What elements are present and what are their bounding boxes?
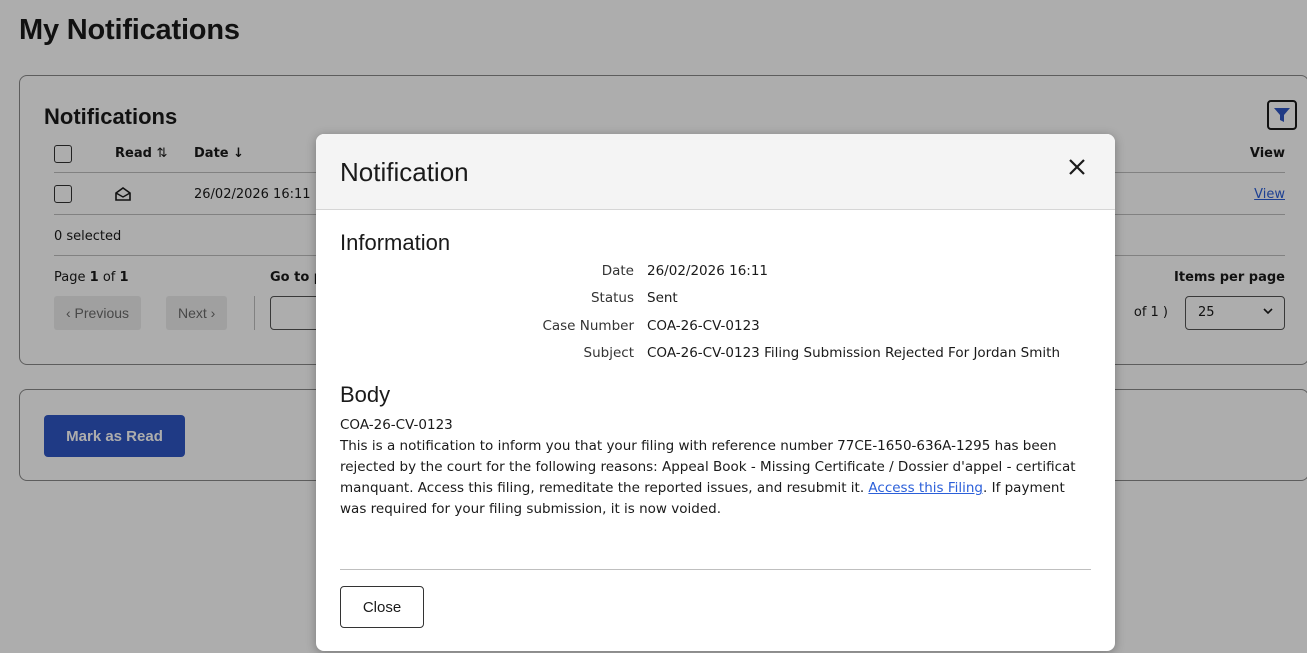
info-row-date: Date 26/02/2026 16:11: [316, 263, 1115, 283]
modal-header: Notification: [316, 134, 1115, 210]
body-heading: Body: [340, 382, 391, 407]
info-value: 26/02/2026 16:11: [647, 263, 769, 279]
information-heading: Information: [340, 230, 451, 255]
modal-footer-divider: [340, 569, 1091, 570]
info-label: Subject: [583, 345, 634, 361]
info-row-case-number: Case Number COA-26-CV-0123: [316, 318, 1115, 338]
body-message: This is a notification to inform you tha…: [340, 436, 1085, 520]
close-icon[interactable]: [1067, 157, 1091, 181]
body-case-number: COA-26-CV-0123: [340, 417, 453, 433]
info-label: Status: [590, 290, 634, 306]
modal-title: Notification: [340, 157, 469, 187]
info-row-subject: Subject COA-26-CV-0123 Filing Submission…: [316, 345, 1115, 365]
info-label: Case Number: [542, 318, 634, 334]
close-button[interactable]: Close: [340, 586, 424, 628]
access-filing-link[interactable]: Access this Filing: [868, 480, 983, 496]
info-value: Sent: [647, 290, 678, 306]
notification-modal: Notification Information Date 26/02/2026…: [316, 134, 1115, 651]
notification-body: COA-26-CV-0123 This is a notification to…: [340, 415, 1085, 520]
info-value: COA-26-CV-0123: [647, 318, 760, 334]
info-value: COA-26-CV-0123 Filing Submission Rejecte…: [647, 345, 1061, 361]
info-row-status: Status Sent: [316, 290, 1115, 310]
info-label: Date: [601, 263, 634, 279]
